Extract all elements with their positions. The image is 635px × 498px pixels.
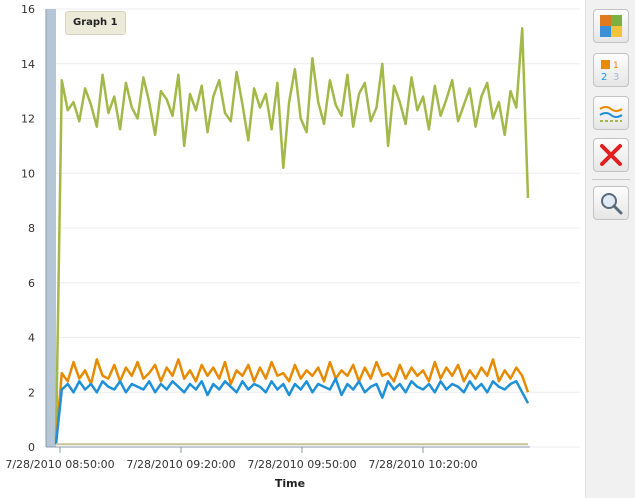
x-tick-label: 7/28/2010 08:50:00: [5, 458, 114, 471]
toolbar-divider: [592, 179, 630, 180]
svg-text:2: 2: [601, 72, 607, 82]
y-tick-label: 8: [28, 222, 35, 235]
y-tick-label: 10: [21, 167, 35, 180]
x-axis-title: Time: [275, 477, 305, 490]
svg-text:1: 1: [613, 61, 619, 71]
color-palette-icon: [600, 15, 622, 37]
scroll-band[interactable]: [46, 9, 56, 447]
y-tick-label: 16: [21, 3, 35, 16]
line-style-button[interactable]: [593, 96, 629, 130]
y-tick-label: 14: [21, 58, 35, 71]
numbered-legend-button[interactable]: 1 2 3: [593, 53, 629, 87]
numbered-legend-icon: 1 2 3: [601, 60, 619, 82]
line-chart: 0 2 4 6 8 10 12 14 16 7/28/2010 08:50:00 7/28/201…: [0, 0, 585, 498]
x-tick-label: 7/28/2010 09:20:00: [126, 458, 235, 471]
y-tick-label: 6: [28, 277, 35, 290]
color-palette-button[interactable]: [593, 9, 629, 43]
x-tick-label: 7/28/2010 09:50:00: [247, 458, 356, 471]
zoom-icon: [601, 193, 623, 215]
chart-toolbar: 1 2 3: [585, 0, 635, 498]
legend-graph-1[interactable]: Graph 1: [65, 11, 126, 35]
plot-background: [0, 0, 585, 498]
y-tick-label: 12: [21, 113, 35, 126]
svg-text:3: 3: [613, 72, 619, 82]
y-tick-label: 2: [28, 386, 35, 399]
y-tick-label: 0: [28, 441, 35, 454]
close-icon: [600, 144, 622, 166]
remove-button[interactable]: [593, 138, 629, 172]
x-tick-label: 7/28/2010 10:20:00: [368, 458, 477, 471]
y-tick-label: 4: [28, 332, 35, 345]
line-style-icon: [599, 106, 623, 122]
zoom-button[interactable]: [593, 186, 629, 220]
